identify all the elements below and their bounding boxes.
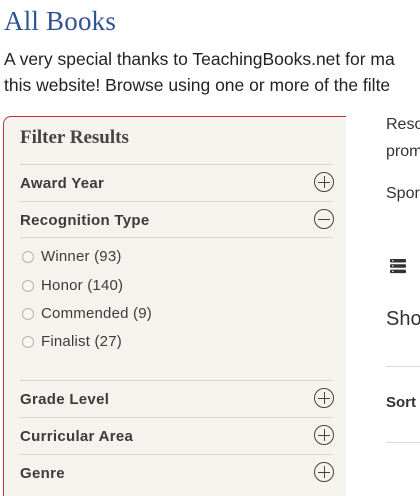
- page-title: All Books: [4, 6, 117, 36]
- radio-button[interactable]: [22, 251, 34, 263]
- facet-curricular-area[interactable]: Curricular Area: [20, 417, 334, 453]
- results-text-prom: prom: [386, 143, 420, 160]
- results-text-sho: Sho: [386, 308, 420, 330]
- radio-button[interactable]: [22, 308, 34, 320]
- radio-button[interactable]: [22, 336, 34, 348]
- plus-circle-icon[interactable]: [314, 462, 334, 482]
- facet-genre[interactable]: Genre: [20, 454, 334, 490]
- results-text-reso: Reso: [386, 116, 420, 133]
- divider: [386, 366, 420, 367]
- option-label: Finalist (27): [41, 333, 122, 350]
- intro-line-2: this website! Browse using one or more o…: [4, 75, 391, 95]
- facet-label: Curricular Area: [20, 428, 134, 445]
- divider: [20, 237, 333, 238]
- option-label: Winner (93): [41, 248, 122, 265]
- facet-label: Recognition Type: [20, 212, 150, 229]
- plus-circle-icon[interactable]: [314, 172, 334, 192]
- option-label: Commended (9): [41, 305, 152, 322]
- plus-circle-icon[interactable]: [314, 388, 334, 408]
- results-text-spor: Spor: [386, 185, 420, 202]
- intro-text: A very special thanks to TeachingBooks.n…: [4, 46, 420, 98]
- filter-header: Filter Results: [20, 127, 129, 148]
- minus-circle-icon[interactable]: [314, 209, 334, 229]
- facet-recognition-type[interactable]: Recognition Type: [20, 201, 334, 237]
- radio-button[interactable]: [22, 280, 34, 292]
- divider: [386, 442, 420, 443]
- facet-award-year[interactable]: Award Year: [20, 164, 334, 200]
- list-icon[interactable]: [390, 258, 406, 274]
- plus-circle-icon[interactable]: [314, 425, 334, 445]
- option-label: Honor (140): [41, 277, 124, 294]
- facet-label: Grade Level: [20, 391, 110, 408]
- facet-label: Award Year: [20, 175, 105, 192]
- intro-line-1: A very special thanks to TeachingBooks.n…: [4, 49, 395, 69]
- filter-panel: Filter Results Award Year Recognition Ty…: [3, 116, 346, 496]
- facet-grade-level[interactable]: Grade Level: [20, 380, 334, 416]
- sort-label[interactable]: Sort: [386, 394, 416, 411]
